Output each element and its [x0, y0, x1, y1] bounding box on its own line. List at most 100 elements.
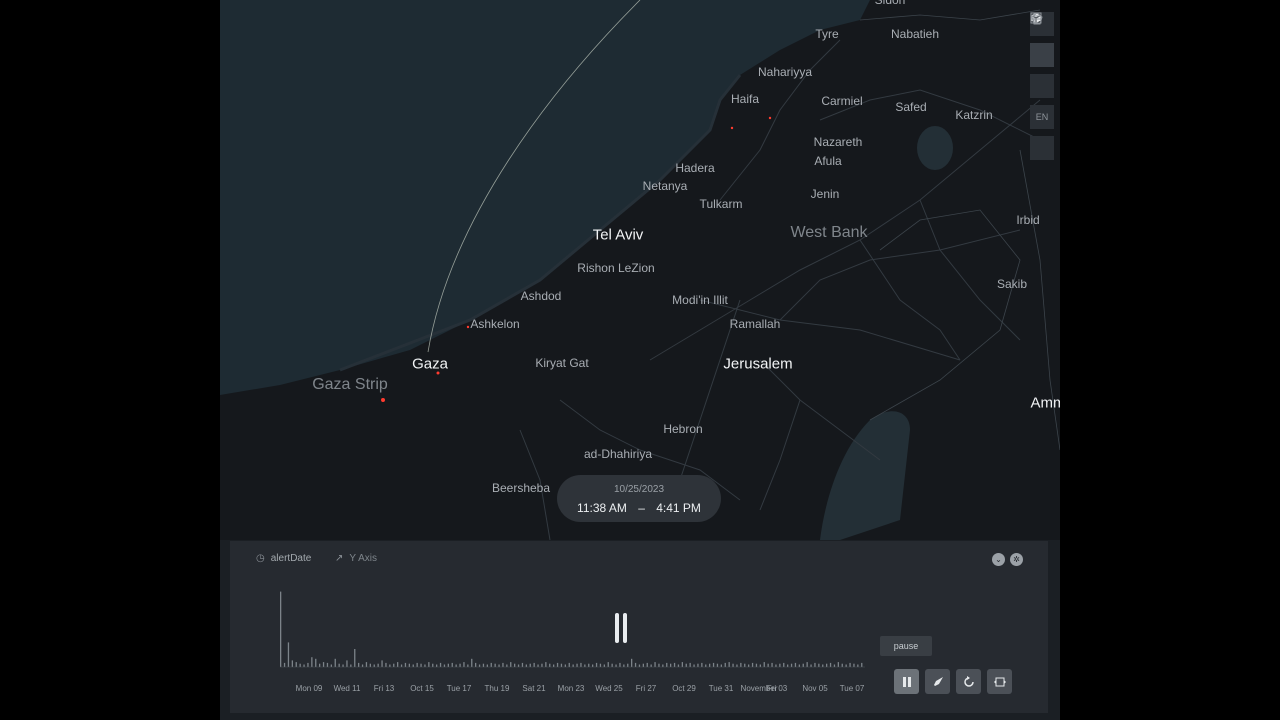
field-selector[interactable]: ◷ alertDate [256, 553, 311, 564]
3d-map-button[interactable] [1030, 13, 1054, 67]
map-canvas[interactable]: Sidon Tyre Nabatieh Nahariyya Haifa Carmiel Sa… [220, 0, 1060, 540]
city-label: Safed [895, 100, 927, 114]
histogram-bar [580, 662, 582, 667]
histogram-bar [408, 663, 410, 667]
histogram-bar [802, 663, 804, 667]
histogram-bar [662, 664, 664, 667]
histogram-bar [599, 663, 602, 667]
y-axis-selector[interactable]: ↗ Y Axis [335, 553, 377, 564]
city-label: West Bank [790, 224, 868, 241]
city-label: Amm [1030, 394, 1061, 412]
city-label: Tel Aviv [592, 226, 644, 244]
collapse-button[interactable]: ⌄ [992, 553, 1005, 566]
playback-indicator [615, 613, 627, 643]
axis-tick-label: Thu 19 [484, 684, 510, 693]
histogram-bar [638, 664, 641, 667]
histogram-bar [517, 664, 520, 667]
time-window-date: 10/25/2023 [613, 484, 665, 495]
histogram-bar [720, 664, 722, 667]
histogram-bar [592, 664, 594, 667]
histogram-bar [712, 662, 715, 667]
histogram-bar [556, 662, 559, 667]
pause-button[interactable] [894, 669, 919, 694]
draw-button[interactable] [1030, 12, 1054, 98]
city-label: Ramallah [729, 317, 781, 331]
speed-button[interactable] [925, 669, 950, 694]
city-label: Carmiel [821, 94, 863, 108]
window-button[interactable] [987, 669, 1012, 694]
histogram-bar [716, 663, 719, 667]
histogram-bar [350, 664, 352, 667]
pause-icon [902, 676, 911, 687]
histogram-bar [623, 664, 625, 667]
histogram-bar [744, 663, 746, 667]
histogram-bar [732, 663, 734, 667]
histogram-bar [615, 664, 617, 667]
histogram-bar [529, 663, 531, 667]
histogram-bar [849, 662, 851, 667]
histogram-bar [326, 662, 329, 667]
histogram-bar [740, 662, 742, 667]
city-label: Sakib [996, 277, 1028, 291]
map-legend-icon [1030, 12, 1042, 24]
city-label: Hadera [675, 161, 715, 175]
histogram-bar [841, 663, 843, 667]
histogram-bar [755, 663, 758, 667]
reset-button[interactable] [956, 669, 981, 694]
city-label: Hebron [663, 422, 703, 436]
histogram-bar [771, 662, 773, 667]
histogram-bar [857, 664, 859, 667]
axis-tick-label: Sat 21 [522, 684, 546, 693]
timeline-panel: ◷ alertDate ↗ Y Axis ⌄ ✲ Mon 09 Wed 11 Fri… [230, 541, 1048, 713]
histogram-bar [463, 662, 465, 667]
histogram-bar [471, 658, 473, 667]
legend-button[interactable] [1030, 12, 1054, 160]
histogram-bar [330, 664, 332, 667]
city-label: Jerusalem [723, 355, 793, 373]
axis-tick-label: Oct 29 [672, 684, 696, 693]
histogram-bar [490, 662, 492, 667]
histogram-bar [673, 662, 676, 667]
language-button[interactable]: EN [1030, 105, 1054, 129]
histogram-bar [467, 664, 469, 667]
histogram-bar [634, 662, 637, 667]
histogram-bar [451, 662, 453, 667]
histogram-bar [506, 664, 508, 667]
histogram-bar [631, 658, 633, 667]
histogram-bar [280, 591, 282, 667]
histogram-bar [787, 664, 789, 667]
histogram-bar [689, 662, 691, 667]
histogram-bar [358, 662, 360, 667]
histogram-bar [697, 663, 699, 667]
histogram-bar [455, 664, 457, 667]
gear-icon: ✲ [1013, 555, 1020, 564]
histogram-bar [389, 664, 391, 667]
histogram-bar [666, 662, 668, 667]
axis-tick-label: Mon 09 [295, 684, 323, 693]
axis-tick-label: Fri 03 [766, 684, 788, 693]
histogram-bar [763, 662, 765, 667]
histogram-bar [498, 664, 500, 667]
histogram-bar [334, 658, 336, 667]
city-label: Afula [814, 154, 842, 168]
histogram-bar [354, 649, 356, 667]
timeline-histogram[interactable] [280, 581, 870, 671]
histogram-bar [365, 662, 368, 667]
histogram-bar [783, 662, 785, 667]
histogram-bar [837, 662, 839, 667]
histogram-bar [705, 664, 707, 667]
histogram-bar [829, 662, 832, 667]
city-label: ad-Dhahiriya [583, 447, 653, 461]
city-label: Netanya [642, 179, 688, 193]
histogram-bar [424, 664, 426, 667]
axis-tick-label: Oct 15 [410, 684, 434, 693]
histogram-bar [826, 663, 828, 667]
histogram-bar [385, 662, 387, 667]
histogram-bar [751, 662, 754, 667]
axis-tick-label: Fri 27 [635, 684, 657, 693]
city-label: Jenin [810, 187, 840, 201]
chevron-down-icon: ⌄ [995, 555, 1002, 564]
settings-button[interactable]: ✲ [1010, 553, 1023, 566]
axis-tick-label: Fri 13 [373, 684, 395, 693]
histogram-bar [311, 657, 313, 667]
